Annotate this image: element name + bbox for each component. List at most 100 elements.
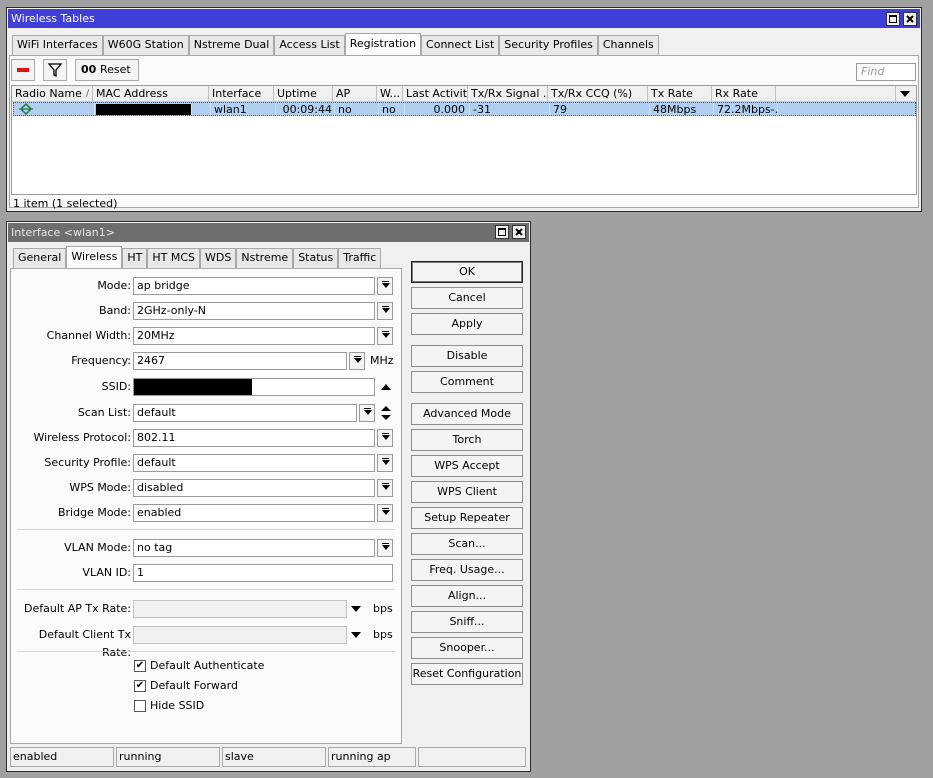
snooper-button[interactable]: Snooper... xyxy=(411,637,523,659)
vlan-mode-dropdown-icon[interactable] xyxy=(377,539,393,557)
wireless-tables-titlebar[interactable]: Wireless Tables xyxy=(8,9,920,28)
bridge-mode-select[interactable]: enabled xyxy=(133,504,375,522)
advanced-mode-button[interactable]: Advanced Mode xyxy=(411,403,523,425)
vlan-mode-select[interactable]: no tag xyxy=(133,539,375,557)
col-rx-rate[interactable]: Rx Rate xyxy=(712,86,776,101)
col-radio-name[interactable]: Radio Name / xyxy=(12,86,93,101)
remove-button[interactable] xyxy=(11,59,35,81)
tab-nstreme[interactable]: Nstreme xyxy=(236,248,294,268)
ssid-input[interactable] xyxy=(133,378,375,396)
col-mac-address[interactable]: MAC Address xyxy=(93,86,209,101)
tab-general[interactable]: General xyxy=(13,248,67,268)
bridge-mode-dropdown-icon[interactable] xyxy=(377,504,393,522)
channel-width-select[interactable]: 20MHz xyxy=(133,327,375,345)
col-interface[interactable]: Interface xyxy=(209,86,274,101)
sniff-button[interactable]: Sniff... xyxy=(411,611,523,633)
cancel-button[interactable]: Cancel xyxy=(411,287,523,309)
ok-button[interactable]: OK xyxy=(411,261,523,283)
tab-wireless[interactable]: Wireless xyxy=(66,246,123,268)
align-button[interactable]: Align... xyxy=(411,585,523,607)
freq-usage-button[interactable]: Freq. Usage... xyxy=(411,559,523,581)
mode-dropdown-icon[interactable] xyxy=(377,277,393,295)
security-profile-dropdown-icon[interactable] xyxy=(377,454,393,472)
tab-channels[interactable]: Channels xyxy=(597,35,659,55)
collapse-up-icon[interactable] xyxy=(380,382,392,392)
hide-ssid-checkbox[interactable] xyxy=(134,700,146,712)
tx-rate-cell: 48Mbps xyxy=(650,103,714,115)
interface-titlebar[interactable]: Interface <wlan1> xyxy=(8,223,529,242)
filter-icon xyxy=(47,63,63,78)
tab-ht-mcs[interactable]: HT MCS xyxy=(147,248,201,268)
tab-w60g-station[interactable]: W60G Station xyxy=(102,35,189,55)
mac-redacted xyxy=(96,104,192,115)
wireless-protocol-dropdown-icon[interactable] xyxy=(377,429,393,447)
find-input[interactable]: Find xyxy=(856,63,916,81)
close-button[interactable] xyxy=(903,12,917,26)
close-button[interactable] xyxy=(512,225,526,239)
band-select[interactable]: 2GHz-only-N xyxy=(133,302,375,320)
radio-name-cell xyxy=(14,103,95,115)
channel-width-dropdown-icon[interactable] xyxy=(377,327,393,345)
column-chooser-button[interactable] xyxy=(896,86,916,101)
security-profile-select[interactable]: default xyxy=(133,454,375,472)
reset-button[interactable]: 00 Reset xyxy=(75,59,139,81)
status-running: running xyxy=(116,747,220,767)
reset-configuration-button[interactable]: Reset Configuration xyxy=(411,663,523,685)
mode-select[interactable]: ap bridge xyxy=(133,277,375,295)
comment-button[interactable]: Comment xyxy=(411,371,523,393)
maximize-button[interactable] xyxy=(495,225,509,239)
frequency-select[interactable]: 2467 xyxy=(133,352,347,370)
tab-status[interactable]: Status xyxy=(293,248,339,268)
default-ap-tx-rate-dropdown-icon[interactable] xyxy=(351,606,361,612)
col-signal[interactable]: Tx/Rx Signal ... xyxy=(468,86,548,101)
band-label: Band: xyxy=(99,304,131,317)
wps-mode-select[interactable]: disabled xyxy=(133,479,375,497)
apply-button[interactable]: Apply xyxy=(411,313,523,335)
tab-security-profiles[interactable]: Security Profiles xyxy=(499,35,598,55)
setup-repeater-button[interactable]: Setup Repeater xyxy=(411,507,523,529)
chevron-down-icon xyxy=(900,91,910,97)
status-slave: slave xyxy=(222,747,326,767)
tab-ht[interactable]: HT xyxy=(122,248,148,268)
tab-registration[interactable]: Registration xyxy=(344,33,422,55)
wps-client-button[interactable]: WPS Client xyxy=(411,481,523,503)
default-client-tx-rate-dropdown-icon[interactable] xyxy=(351,632,361,638)
table-row[interactable]: wlan1 00:09:44 no no 0.000 -31 79 48Mbps… xyxy=(13,102,916,116)
scan-list-dropdown-icon[interactable] xyxy=(359,404,375,422)
filter-button[interactable] xyxy=(43,59,67,81)
tab-nstreme-dual[interactable]: Nstreme Dual xyxy=(188,35,275,55)
divider xyxy=(17,651,395,652)
col-w[interactable]: W... xyxy=(377,86,403,101)
wireless-protocol-select[interactable]: 802.11 xyxy=(133,429,375,447)
default-forward-checkbox[interactable]: ✔ xyxy=(134,680,146,692)
default-authenticate-checkbox[interactable]: ✔ xyxy=(134,660,146,672)
default-client-tx-rate-input[interactable] xyxy=(133,626,347,644)
add-remove-icon[interactable] xyxy=(380,405,392,421)
tab-access-list[interactable]: Access List xyxy=(274,35,345,55)
scan-button[interactable]: Scan... xyxy=(411,533,523,555)
torch-button[interactable]: Torch xyxy=(411,429,523,451)
col-last-activity[interactable]: Last Activit... xyxy=(403,86,468,101)
tab-wds[interactable]: WDS xyxy=(200,248,237,268)
wps-accept-button[interactable]: WPS Accept xyxy=(411,455,523,477)
wps-mode-dropdown-icon[interactable] xyxy=(377,479,393,497)
window-title: Interface <wlan1> xyxy=(11,226,115,239)
scan-list-select[interactable]: default xyxy=(133,404,357,422)
col-uptime[interactable]: Uptime xyxy=(274,86,333,101)
frequency-dropdown-icon[interactable] xyxy=(349,352,365,370)
vlan-id-input[interactable]: 1 xyxy=(133,564,393,582)
divider xyxy=(17,589,395,590)
tab-connect-list[interactable]: Connect List xyxy=(421,35,500,55)
ccq-cell: 79 xyxy=(550,103,650,115)
col-ap[interactable]: AP xyxy=(333,86,377,101)
col-ccq[interactable]: Tx/Rx CCQ (%) xyxy=(548,86,648,101)
band-dropdown-icon[interactable] xyxy=(377,302,393,320)
default-ap-tx-rate-input[interactable] xyxy=(133,600,347,618)
disable-button[interactable]: Disable xyxy=(411,345,523,367)
channel-width-label: Channel Width: xyxy=(46,329,131,342)
col-tx-rate[interactable]: Tx Rate xyxy=(648,86,712,101)
tab-wifi-interfaces[interactable]: WiFi Interfaces xyxy=(12,35,103,55)
maximize-button[interactable] xyxy=(886,12,900,26)
tab-traffic[interactable]: Traffic xyxy=(338,248,382,268)
action-buttons: OK Cancel Apply Disable Comment Advanced… xyxy=(411,261,525,691)
